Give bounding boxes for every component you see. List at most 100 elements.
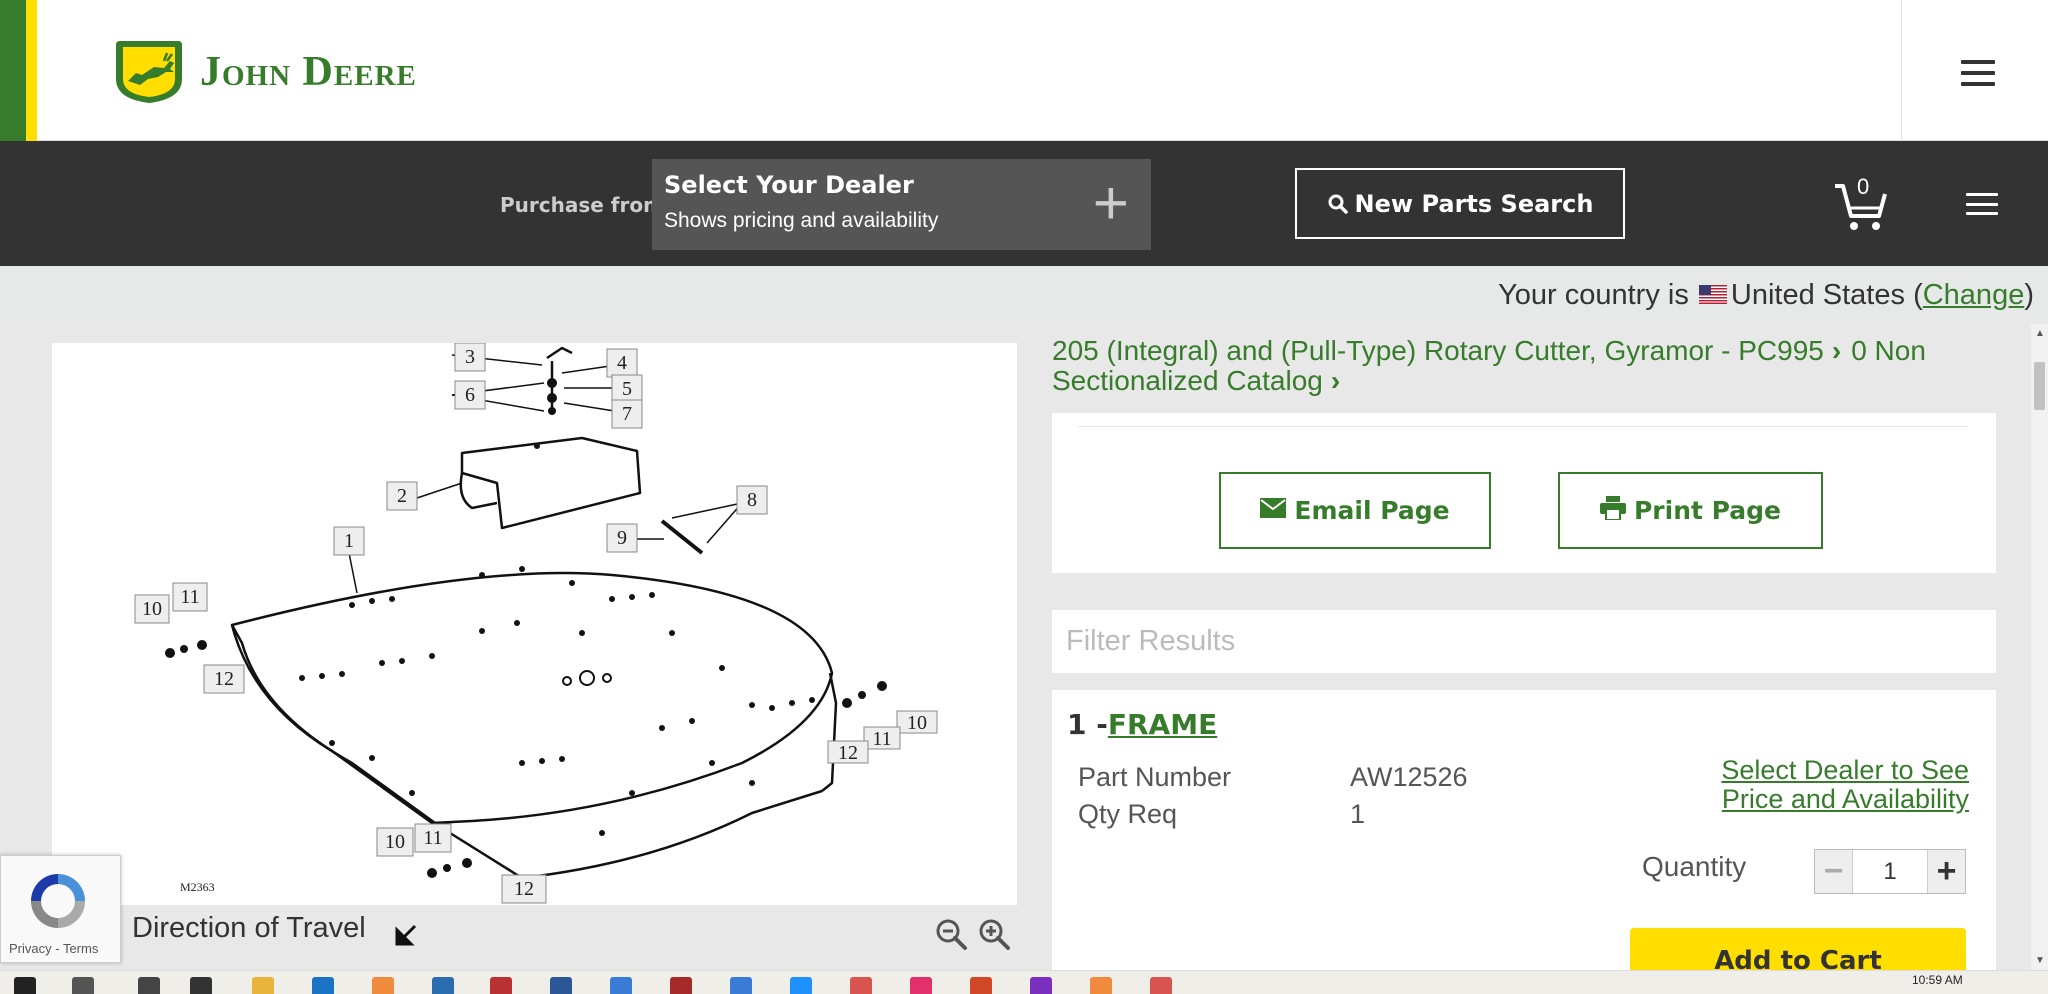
app-icon[interactable] [1090, 977, 1112, 994]
windows-taskbar: 10:59 AM [0, 970, 2048, 994]
terms-link[interactable]: Terms [63, 941, 98, 956]
parts-diagram[interactable]: 3 4 5 6 7 2 8 9 1 10 11 12 10 11 12 10 1… [52, 343, 1017, 905]
svg-text:10: 10 [385, 831, 405, 853]
svg-text:10: 10 [142, 598, 162, 620]
app-icon[interactable] [490, 977, 512, 994]
callout-11c: 11 [414, 823, 452, 853]
purchase-from-label: Purchase from [500, 193, 664, 217]
callout-10: 10 [134, 594, 170, 624]
app-icon[interactable] [910, 977, 932, 994]
new-parts-search-label: New Parts Search [1354, 189, 1594, 218]
svg-text:1: 1 [344, 530, 354, 552]
parts-menu-button[interactable] [1966, 193, 1998, 215]
search-icon [1328, 194, 1348, 214]
callout-10b: 10 [896, 710, 938, 734]
word-icon[interactable] [550, 977, 572, 994]
qty-req-label: Qty Req [1078, 799, 1178, 829]
scroll-up-icon[interactable]: ▲ [2035, 328, 2045, 339]
callout-10c: 10 [376, 827, 414, 857]
quantity-label: Quantity [1642, 851, 1747, 882]
diagram-ref-code: M2363 [180, 880, 215, 894]
callout-5: 5 [611, 374, 643, 404]
part-number-label: Part Number [1078, 762, 1232, 792]
breadcrumb: 205 (Integral) and (Pull-Type) Rotary Cu… [1052, 336, 2002, 396]
scroll-down-icon[interactable]: ▼ [2035, 955, 2045, 966]
main-menu-button[interactable] [1961, 60, 1995, 86]
svg-text:3: 3 [465, 346, 475, 368]
brand-wordmark: John Deere [200, 49, 417, 95]
recaptcha-separator: - [51, 941, 63, 956]
svg-text:4: 4 [617, 352, 627, 374]
firefox-icon[interactable] [372, 977, 394, 994]
powerpoint-icon[interactable] [970, 977, 992, 994]
callout-4: 4 [606, 348, 638, 378]
direction-arrow-icon [395, 924, 417, 946]
change-country-link[interactable]: Change [1923, 279, 2025, 311]
new-parts-search-button[interactable]: New Parts Search [1295, 168, 1625, 239]
chevron-right-icon: › [1831, 335, 1842, 366]
decrease-quantity-button[interactable]: − [1815, 850, 1852, 893]
increase-quantity-button[interactable]: + [1928, 850, 1965, 893]
dealer-title: Select Your Dealer [664, 171, 914, 199]
part-name-link[interactable]: FRAME [1108, 708, 1217, 741]
svg-text:12: 12 [838, 742, 858, 764]
svg-text:2: 2 [397, 485, 407, 507]
recaptcha-icon [31, 874, 85, 928]
privacy-link[interactable]: Privacy [9, 941, 52, 956]
app-icon[interactable] [790, 977, 812, 994]
part-number-value: AW12526 [1350, 762, 1468, 792]
callout-9: 9 [606, 523, 638, 553]
app-icon[interactable] [138, 977, 160, 994]
part-title: 1 -FRAME [1067, 708, 1217, 741]
recaptcha-links: Privacy - Terms [9, 941, 98, 956]
zoom-out-icon[interactable] [934, 917, 968, 951]
callout-1: 1 [333, 526, 365, 556]
callout-2: 2 [386, 481, 418, 511]
quantity-stepper: − + [1814, 849, 1966, 894]
app-icon[interactable] [190, 977, 212, 994]
outlook-icon[interactable] [312, 977, 334, 994]
email-page-button[interactable]: Email Page [1219, 472, 1491, 549]
mail-icon[interactable] [432, 977, 454, 994]
svg-text:5: 5 [622, 378, 632, 400]
start-icon[interactable] [14, 977, 36, 994]
app-icon[interactable] [850, 977, 872, 994]
country-indicator: Your country is United States (Change) [1498, 279, 2034, 312]
callout-12b: 12 [827, 740, 869, 764]
cart-count-badge: 0 [1857, 174, 1870, 199]
callout-11b: 11 [863, 726, 901, 750]
svg-text:12: 12 [214, 668, 234, 690]
app-icon[interactable] [1030, 977, 1052, 994]
part-result-card: 1 -FRAME Part Number AW12526 Qty Req 1 S… [1052, 690, 1996, 980]
app-icon[interactable] [1150, 977, 1172, 994]
paren-close: ) [2024, 279, 2034, 311]
john-deere-logo[interactable]: John Deere [114, 38, 417, 106]
brand-stripe-yellow [26, 0, 37, 141]
deer-logo-icon [116, 41, 182, 103]
calculator-icon[interactable] [730, 977, 752, 994]
header-divider [1901, 0, 1902, 141]
callout-12: 12 [203, 664, 245, 694]
filter-results-input[interactable] [1052, 610, 1996, 673]
brand-stripe-green [0, 0, 26, 141]
select-dealer-button[interactable]: Select Your Dealer Shows pricing and ava… [652, 159, 1151, 250]
select-dealer-price-link[interactable]: Select Dealer to See Price and Availabil… [1689, 756, 1969, 814]
app-icon[interactable] [610, 977, 632, 994]
country-name: United States [1730, 279, 1905, 311]
breadcrumb-model[interactable]: 205 (Integral) and (Pull-Type) Rotary Cu… [1052, 335, 1824, 366]
app-icon[interactable] [670, 977, 692, 994]
file-explorer-icon[interactable] [252, 977, 274, 994]
rotary-cutter-diagram: 3 4 5 6 7 2 8 9 1 10 11 12 10 11 12 10 1… [134, 343, 938, 904]
callout-12c: 12 [501, 874, 547, 904]
divider [1078, 426, 1968, 427]
page-scrollbar[interactable]: ▲ ▼ [2031, 324, 2048, 970]
email-page-label: Email Page [1294, 496, 1450, 525]
scroll-thumb[interactable] [2034, 362, 2045, 410]
quantity-input[interactable] [1852, 850, 1928, 893]
zoom-in-icon[interactable] [977, 917, 1011, 951]
task-view-icon[interactable] [72, 977, 94, 994]
site-header: John Deere [0, 0, 2048, 141]
recaptcha-badge: Privacy - Terms [0, 855, 121, 963]
clock[interactable]: 10:59 AM [1912, 973, 1963, 987]
print-page-button[interactable]: Print Page [1558, 472, 1823, 549]
